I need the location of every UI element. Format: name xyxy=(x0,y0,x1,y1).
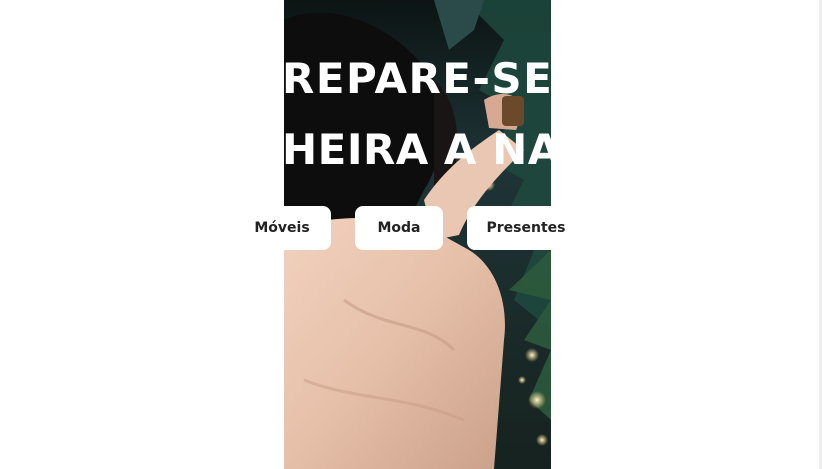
category-pill-moveis[interactable]: Móveis xyxy=(233,206,331,250)
category-pill-moda[interactable]: Moda xyxy=(355,206,443,250)
page: REPARE-SE HEIRA A NA Móveis Moda Present… xyxy=(0,0,822,469)
category-pill-presentes[interactable]: Presentes xyxy=(467,206,585,250)
